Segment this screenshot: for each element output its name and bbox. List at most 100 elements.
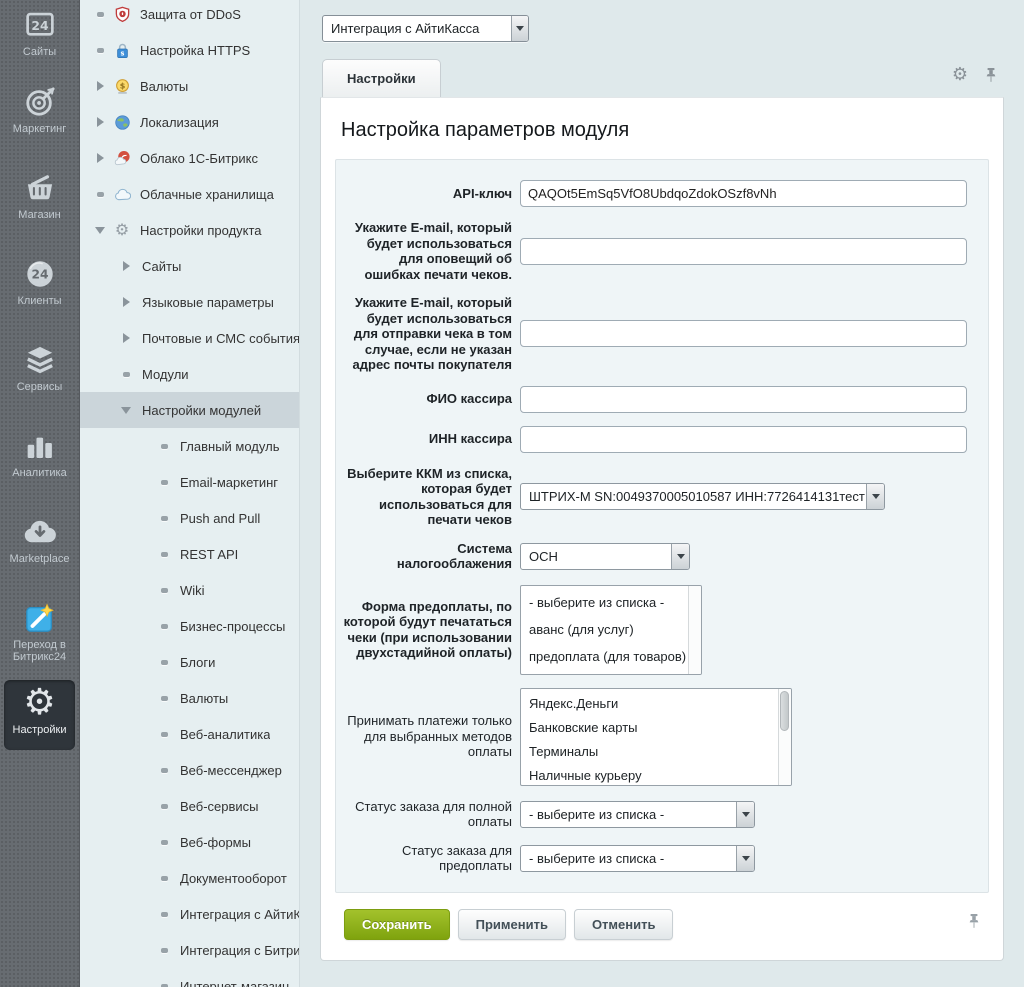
save-button[interactable]: Сохранить: [344, 909, 450, 940]
listbox-option[interactable]: - выберите из списка -: [521, 589, 688, 616]
menu-item-localization[interactable]: Локализация: [80, 104, 299, 140]
menu-item-mail-sms-events[interactable]: Почтовые и СМС события: [80, 320, 299, 356]
rail-item-clients[interactable]: 24Клиенты: [0, 250, 79, 336]
field-kkm[interactable]: ШТРИХ-М SN:0049370005010587 ИНН:77264141…: [520, 483, 885, 510]
expand-arrow-icon[interactable]: [118, 261, 134, 271]
menu-item-product-settings[interactable]: ⚙Настройки продукта: [80, 212, 299, 248]
rail-item-services[interactable]: Сервисы: [0, 336, 79, 422]
scrollbar-thumb[interactable]: [780, 691, 789, 731]
field-email_errors[interactable]: [520, 238, 967, 265]
field-status_full[interactable]: - выберите из списка -: [520, 801, 755, 828]
menu-item-module-settings[interactable]: Настройки модулей: [80, 392, 299, 428]
pin-icon[interactable]: [967, 913, 981, 929]
chevron-down-icon[interactable]: [511, 16, 528, 41]
field-cashier_name[interactable]: [520, 386, 967, 413]
menu-item-rest-api[interactable]: REST API: [80, 536, 299, 572]
select-value: - выберите из списка -: [521, 807, 736, 822]
menu-item-push-and-pull[interactable]: Push and Pull: [80, 500, 299, 536]
field-prepay_form[interactable]: - выберите из списка -аванс (для услуг)п…: [520, 585, 702, 675]
menu-item-docflow[interactable]: Документооборот: [80, 860, 299, 896]
collapse-arrow-icon[interactable]: [118, 407, 134, 414]
menu-item-https[interactable]: sНастройка HTTPS: [80, 32, 299, 68]
listbox-option[interactable]: предоплата (для товаров): [521, 643, 688, 670]
gear-icon[interactable]: ⚙: [952, 66, 968, 84]
expand-arrow-icon[interactable]: [92, 153, 108, 163]
menu-item-currencies[interactable]: $Валюты: [80, 68, 299, 104]
bullet-icon: [156, 624, 172, 629]
menu-item-business-processes[interactable]: Бизнес-процессы: [80, 608, 299, 644]
scrollbar-track[interactable]: [778, 689, 791, 785]
menu-item-web-services[interactable]: Веб-сервисы: [80, 788, 299, 824]
collapse-arrow-icon[interactable]: [92, 227, 108, 234]
chevron-down-icon[interactable]: [671, 544, 689, 569]
rail-item-marketing[interactable]: Маркетинг: [0, 78, 79, 164]
field-label-pay_methods: Принимать платежи только для выбранных м…: [342, 713, 512, 760]
form-row-api_key: API-ключ: [342, 180, 988, 207]
chevron-down-icon[interactable]: [866, 484, 884, 509]
bullet-icon: [156, 768, 172, 773]
tab-settings-label: Настройки: [347, 71, 416, 86]
menu-item-label: Почтовые и СМС события: [142, 331, 299, 346]
menu-item-wiki[interactable]: Wiki: [80, 572, 299, 608]
menu-item-label: Веб-аналитика: [180, 727, 270, 742]
menu-item-currencies-2[interactable]: Валюты: [80, 680, 299, 716]
menu-item-modules[interactable]: Модули: [80, 356, 299, 392]
marketing-target-icon: [24, 85, 56, 119]
store-basket-icon: [24, 171, 56, 205]
listbox-option[interactable]: Банковские карты: [521, 716, 778, 740]
chevron-down-icon[interactable]: [736, 846, 754, 871]
menu-item-label: Локализация: [140, 115, 219, 130]
menu-item-main-module[interactable]: Главный модуль: [80, 428, 299, 464]
bullet-icon: [92, 12, 108, 17]
bullet-icon: [156, 876, 172, 881]
pin-icon[interactable]: [984, 67, 998, 83]
menu-item-web-messenger[interactable]: Веб-мессенджер: [80, 752, 299, 788]
menu-item-online-store[interactable]: Интернет-магазин: [80, 968, 299, 987]
services-layers-icon: [24, 343, 56, 377]
menu-item-sites[interactable]: Сайты: [80, 248, 299, 284]
cancel-button[interactable]: Отменить: [574, 909, 674, 940]
chevron-down-icon[interactable]: [736, 802, 754, 827]
svg-text:24: 24: [31, 18, 49, 32]
menu-item-email-marketing[interactable]: Email-маркетинг: [80, 464, 299, 500]
rail-item-store[interactable]: Магазин: [0, 164, 79, 250]
rail-item-marketplace[interactable]: Marketplace: [0, 508, 79, 594]
menu-item-label: Веб-мессенджер: [180, 763, 282, 778]
menu-item-bitrix24-int[interactable]: Интеграция с Битрикс24: [80, 932, 299, 968]
rail-item-bitrix24[interactable]: Переход в Битрикс24: [0, 594, 79, 680]
menu-item-cloud-1c[interactable]: Облако 1С-Битрикс: [80, 140, 299, 176]
globe-icon: [112, 113, 132, 131]
menu-item-itkassa[interactable]: Интеграция с АйтиКасса: [80, 896, 299, 932]
menu-item-blogs[interactable]: Блоги: [80, 644, 299, 680]
expand-arrow-icon[interactable]: [92, 117, 108, 127]
listbox-option[interactable]: Яндекс.Деньги: [521, 692, 778, 716]
listbox-option[interactable]: Терминалы: [521, 740, 778, 764]
rail-item-analytics[interactable]: Аналитика: [0, 422, 79, 508]
listbox-option[interactable]: Наличные курьеру: [521, 764, 778, 785]
menu-item-cloud-storage[interactable]: Облачные хранилища: [80, 176, 299, 212]
field-cashier_inn[interactable]: [520, 426, 967, 453]
module-select[interactable]: Интеграция с АйтиКасса: [322, 15, 529, 42]
bullet-icon: [92, 48, 108, 53]
expand-arrow-icon[interactable]: [118, 297, 134, 307]
bullet-icon: [156, 552, 172, 557]
menu-item-language-params[interactable]: Языковые параметры: [80, 284, 299, 320]
menu-item-label: Облако 1С-Битрикс: [140, 151, 258, 166]
menu-item-web-analytics[interactable]: Веб-аналитика: [80, 716, 299, 752]
form-row-cashier_name: ФИО кассира: [342, 386, 988, 413]
listbox-option[interactable]: аванс (для услуг): [521, 616, 688, 643]
rail-item-settings[interactable]: ⚙Настройки: [4, 680, 75, 750]
field-email_receipt[interactable]: [520, 320, 967, 347]
field-status_prepay[interactable]: - выберите из списка -: [520, 845, 755, 872]
menu-item-ddos[interactable]: Защита от DDoS: [80, 0, 299, 32]
menu-item-web-forms[interactable]: Веб-формы: [80, 824, 299, 860]
field-tax_system[interactable]: ОСН: [520, 543, 690, 570]
rail-item-sites[interactable]: 24Сайты: [0, 0, 79, 78]
apply-button[interactable]: Применить: [458, 909, 566, 940]
field-pay_methods[interactable]: Яндекс.ДеньгиБанковские картыТерминалыНа…: [520, 688, 792, 786]
expand-arrow-icon[interactable]: [118, 333, 134, 343]
menu-item-label: Интернет-магазин: [180, 979, 289, 987]
expand-arrow-icon[interactable]: [92, 81, 108, 91]
tab-settings[interactable]: Настройки: [322, 59, 441, 97]
field-api_key[interactable]: [520, 180, 967, 207]
